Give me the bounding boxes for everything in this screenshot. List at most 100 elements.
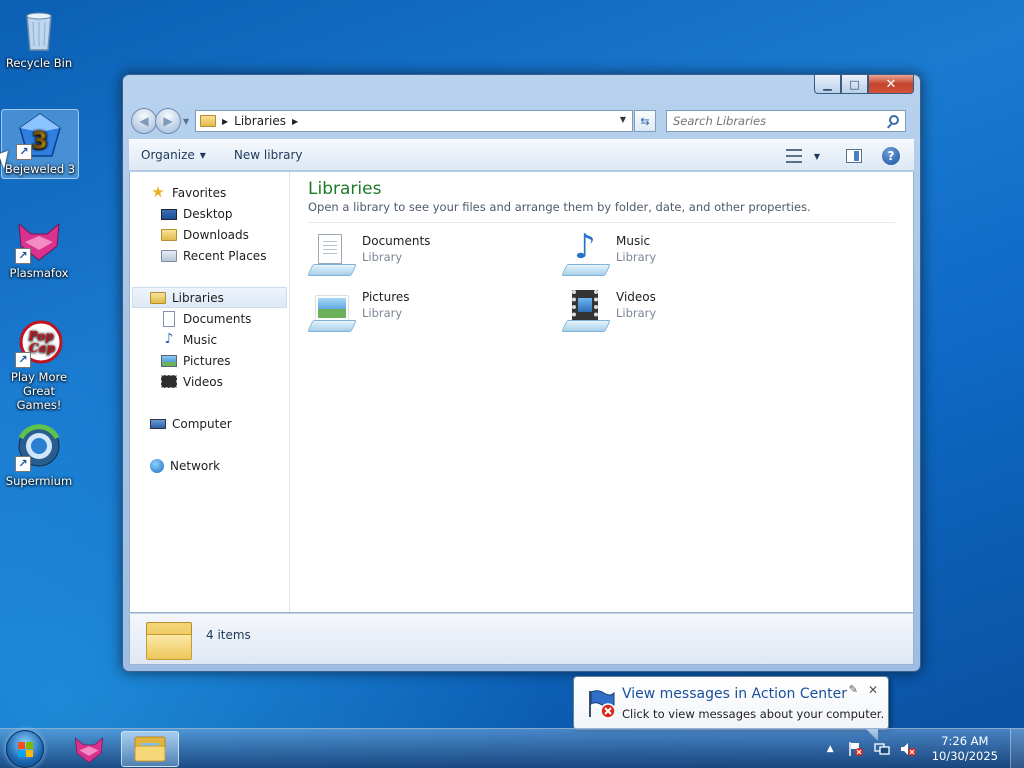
- chevron-down-icon: ▼: [199, 150, 206, 160]
- desktop-icon-plasmafox[interactable]: ↗ Plasmafox: [0, 216, 78, 280]
- library-item-documents[interactable]: Documents Library: [307, 230, 548, 280]
- maximize-button[interactable]: □: [841, 75, 868, 94]
- nav-label: Favorites: [172, 185, 227, 200]
- new-library-label: New library: [233, 148, 303, 162]
- desktop-icon-recycle-bin[interactable]: Recycle Bin: [0, 6, 78, 70]
- library-name: Documents: [362, 234, 431, 248]
- library-item-videos[interactable]: Videos Library: [561, 286, 802, 336]
- nav-pictures[interactable]: Pictures: [130, 350, 289, 371]
- document-icon: [163, 310, 175, 327]
- show-hidden-icons-icon[interactable]: ▲: [827, 744, 834, 754]
- show-desktop-button[interactable]: [1010, 729, 1024, 768]
- windows-logo-icon: [18, 742, 34, 758]
- nav-label: Libraries: [172, 290, 224, 305]
- help-icon[interactable]: ?: [882, 147, 900, 165]
- search-box[interactable]: [666, 110, 906, 132]
- forward-arrow-icon: ▶: [163, 114, 173, 128]
- system-tray: ▲ 7:26 AM 10/30/2025: [827, 729, 1024, 768]
- address-dropdown-icon[interactable]: ▼: [620, 115, 626, 124]
- details-pane: 4 items: [129, 613, 914, 665]
- taskbar-clock[interactable]: 7:26 AM 10/30/2025: [932, 734, 998, 764]
- explorer-window: ▁ □ ✕ ◀ ▶ ▼ ▶ Libraries ▶ ▼ ⇆ Organize ▼…: [122, 74, 921, 672]
- preview-pane-icon[interactable]: [846, 149, 862, 163]
- action-center-notification[interactable]: View messages in Action Center Click to …: [573, 676, 889, 741]
- item-count: 4 items: [206, 628, 251, 642]
- divider: [308, 222, 895, 223]
- nav-recent-places[interactable]: Recent Places: [130, 245, 289, 266]
- clock-time: 7:26 AM: [941, 734, 989, 748]
- minimize-icon: ▁: [823, 77, 832, 91]
- svg-text:Cap: Cap: [29, 341, 55, 355]
- shortcut-arrow-icon: ↗: [16, 144, 32, 160]
- nav-label: Documents: [183, 311, 252, 326]
- shortcut-arrow-icon: ↗: [15, 352, 31, 368]
- svg-text:3: 3: [32, 129, 47, 154]
- breadcrumb-arrow-icon[interactable]: ▶: [292, 117, 298, 126]
- desktop-icon-label: Plasmafox: [9, 266, 69, 280]
- search-input[interactable]: [673, 114, 873, 128]
- view-options-dropdown-icon[interactable]: ▼: [814, 152, 820, 161]
- desktop-icon-label: Recycle Bin: [5, 56, 73, 70]
- recent-places-icon: [161, 249, 177, 262]
- volume-muted-icon[interactable]: [900, 741, 916, 757]
- plasmafox-icon: [74, 737, 104, 764]
- page-subtitle: Open a library to see your files and arr…: [308, 200, 811, 214]
- nav-computer[interactable]: Computer: [130, 413, 289, 434]
- forward-button[interactable]: ▶: [155, 108, 181, 134]
- nav-libraries[interactable]: Libraries: [132, 287, 287, 308]
- nav-videos[interactable]: Videos: [130, 371, 289, 392]
- refresh-button[interactable]: ⇆: [634, 110, 656, 132]
- libraries-folder-icon: [200, 115, 216, 127]
- nav-favorites[interactable]: ★ Favorites: [130, 182, 289, 203]
- notification-close-icon[interactable]: ✕: [868, 683, 878, 697]
- close-button[interactable]: ✕: [868, 75, 914, 94]
- nav-label: Downloads: [183, 227, 249, 242]
- library-name: Music: [616, 234, 651, 248]
- nav-label: Desktop: [183, 206, 233, 221]
- breadcrumb-arrow-icon[interactable]: ▶: [222, 117, 228, 126]
- notification-options-icon[interactable]: ✎: [849, 683, 858, 696]
- explorer-folder-icon: [134, 736, 166, 762]
- back-button[interactable]: ◀: [131, 108, 157, 134]
- nav-downloads[interactable]: Downloads: [130, 224, 289, 245]
- network-tray-icon[interactable]: [874, 741, 890, 757]
- notification-title[interactable]: View messages in Action Center: [622, 686, 847, 702]
- library-item-music[interactable]: ♪ Music Library: [561, 228, 802, 280]
- libraries-folder-large-icon: [146, 620, 192, 660]
- minimize-button[interactable]: ▁: [814, 75, 841, 94]
- close-icon: ✕: [885, 76, 897, 92]
- change-view-icon[interactable]: [785, 149, 802, 163]
- taskbar-plasmafox-button[interactable]: [60, 731, 118, 767]
- start-button[interactable]: [6, 730, 44, 768]
- library-name: Videos: [616, 290, 656, 304]
- search-icon[interactable]: [889, 115, 899, 125]
- new-library-button[interactable]: New library: [234, 148, 303, 162]
- taskbar: ▲ 7:26 AM 10/30/2025: [0, 728, 1024, 768]
- navigation-bar: ◀ ▶ ▼ ▶ Libraries ▶ ▼ ⇆: [131, 107, 912, 135]
- organize-button[interactable]: Organize ▼: [141, 148, 206, 162]
- recent-pages-dropdown[interactable]: ▼: [183, 117, 191, 126]
- address-bar[interactable]: ▶ Libraries ▶ ▼: [195, 110, 633, 132]
- library-type: Library: [616, 250, 657, 264]
- nav-desktop[interactable]: Desktop: [130, 203, 289, 224]
- nav-documents[interactable]: Documents: [130, 308, 289, 329]
- desktop-icon-supermium[interactable]: ↗ Supermium: [0, 424, 78, 488]
- library-item-pictures[interactable]: Pictures Library: [307, 286, 548, 336]
- back-arrow-icon: ◀: [139, 114, 149, 128]
- desktop-icon-popcap[interactable]: Pop Cap ↗ Play More Great Games!: [0, 320, 78, 412]
- taskbar-explorer-button[interactable]: [121, 731, 179, 767]
- nav-label: Videos: [183, 374, 223, 389]
- desktop-icon-bejeweled[interactable]: 3 ↗ Bejeweled 3: [1, 109, 79, 179]
- content-pane: Libraries Open a library to see your fil…: [290, 172, 913, 612]
- nav-network[interactable]: Network: [130, 455, 289, 476]
- music-note-icon: ♪: [164, 330, 174, 347]
- action-center-tray-icon[interactable]: [848, 741, 864, 757]
- window-client-area: ★ Favorites Desktop Downloads Recent Pla…: [129, 172, 914, 613]
- nav-label: Computer: [172, 416, 232, 431]
- maximize-icon: □: [849, 77, 860, 91]
- nav-music[interactable]: ♪ Music: [130, 329, 289, 350]
- popcap-icon: Pop Cap ↗: [15, 320, 63, 368]
- library-type: Library: [362, 306, 403, 320]
- breadcrumb-libraries[interactable]: Libraries: [234, 114, 286, 128]
- desktop-icon-label: Supermium: [5, 474, 73, 488]
